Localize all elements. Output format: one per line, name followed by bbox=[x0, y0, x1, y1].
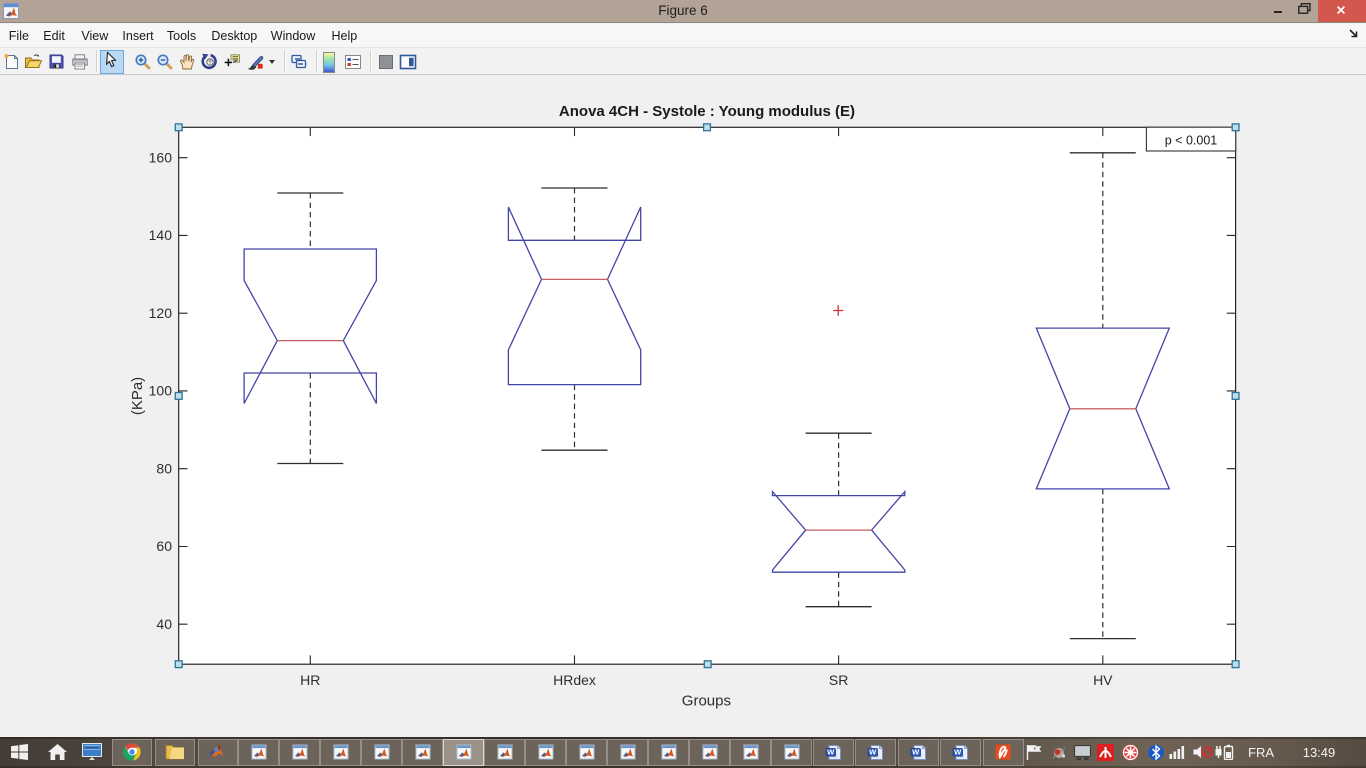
svg-text:W: W bbox=[954, 748, 962, 757]
svg-text:SR: SR bbox=[829, 672, 848, 688]
svg-text:100: 100 bbox=[149, 383, 173, 399]
svg-text:160: 160 bbox=[149, 149, 173, 165]
svg-text:(KPa): (KPa) bbox=[129, 377, 146, 415]
svg-text:60: 60 bbox=[156, 538, 172, 554]
svg-text:80: 80 bbox=[156, 460, 172, 476]
svg-text:HRdex: HRdex bbox=[553, 672, 596, 688]
svg-text:HV: HV bbox=[1093, 672, 1113, 688]
svg-text:140: 140 bbox=[149, 227, 173, 243]
svg-text:120: 120 bbox=[149, 305, 173, 321]
svg-text:p < 0.001: p < 0.001 bbox=[1165, 133, 1218, 147]
svg-text:W: W bbox=[869, 748, 877, 757]
svg-text:40: 40 bbox=[156, 616, 172, 632]
svg-text:HR: HR bbox=[300, 672, 320, 688]
svg-text:W: W bbox=[827, 748, 835, 757]
svg-text:W: W bbox=[912, 748, 920, 757]
svg-text:Groups: Groups bbox=[682, 693, 731, 710]
svg-text:Anova 4CH - Systole : Young mo: Anova 4CH - Systole : Young modulus (E) bbox=[559, 103, 855, 120]
